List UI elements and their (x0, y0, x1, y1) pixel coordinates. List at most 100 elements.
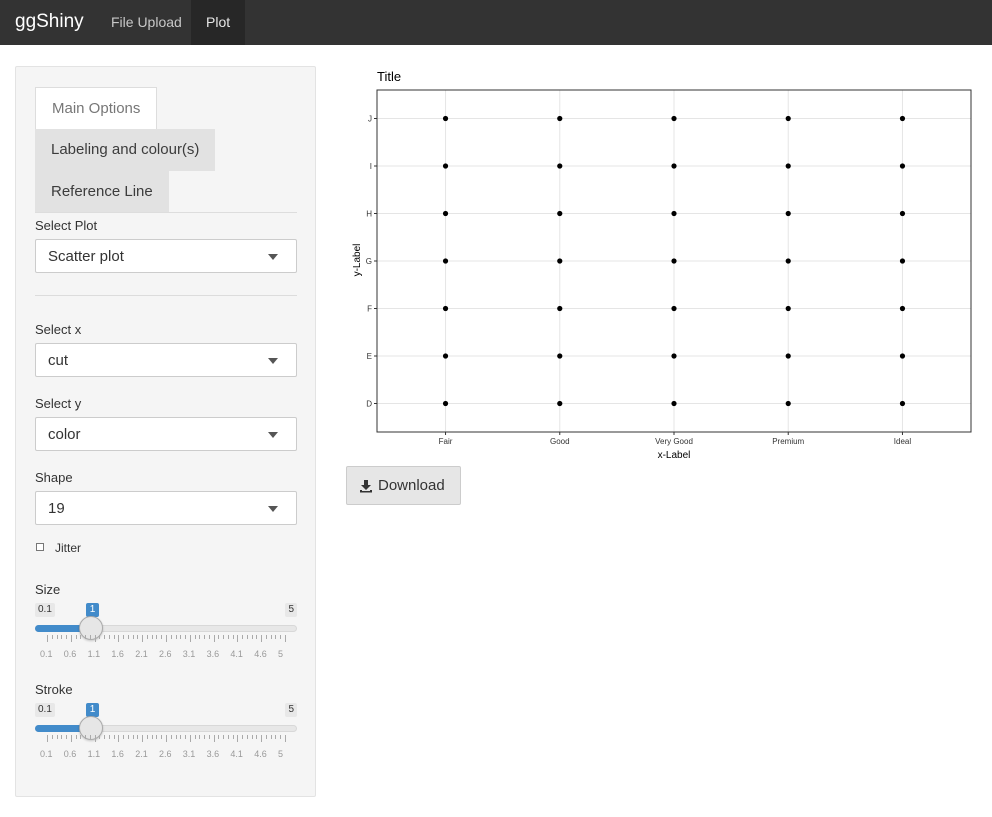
slider-tick-label: 4.1 (230, 749, 243, 759)
slider-tick (170, 735, 172, 739)
slider-tick (218, 735, 220, 739)
slider-tick (170, 635, 172, 639)
slider-tick-label: 0.6 (63, 749, 77, 759)
slider-tick (275, 635, 277, 639)
x-tick-label: Premium (772, 437, 804, 446)
slider-tick-label: 5 (278, 649, 284, 659)
stroke-slider[interactable]: 0.1 5 1 0.1 0.6 1.1 1.6 2.1 2.6 3.1 3.6 4.1 4.6 5 (35, 703, 297, 773)
slider-tick (242, 735, 244, 739)
jitter-checkbox[interactable] (36, 543, 44, 551)
scatter-plot: Title y-Label x-Label Fair Good Very Good P… (352, 69, 972, 461)
y-tick-label: G (366, 257, 372, 266)
data-point (785, 258, 791, 264)
slider-tick (261, 735, 263, 742)
nav-tab-plot[interactable]: Plot (191, 0, 246, 45)
slider-tick-label: 2.1 (135, 749, 148, 759)
slider-tick (142, 635, 144, 642)
select-x-dropdown[interactable]: cut (35, 343, 297, 377)
slider-tick-label: 2.1 (135, 649, 148, 659)
slider-tick (56, 735, 58, 739)
slider-tick (227, 635, 229, 639)
data-point (557, 258, 563, 264)
caret-down-icon (268, 506, 278, 512)
slider-tick (251, 635, 253, 639)
select-plot-dropdown[interactable]: Scatter plot (35, 239, 297, 273)
size-label: Size (35, 582, 61, 597)
data-point (557, 210, 563, 217)
slider-tick (227, 735, 229, 739)
nav-tab-file-upload[interactable]: File Upload (96, 0, 197, 45)
data-point (557, 400, 563, 407)
slider-tick (142, 735, 144, 742)
slider-tick (123, 735, 125, 739)
shape-dropdown[interactable]: 19 (35, 491, 297, 525)
slider-tick (280, 735, 282, 739)
slider-tick-label: 3.6 (206, 649, 220, 659)
y-tick-label: J (368, 115, 372, 124)
data-point (557, 115, 563, 122)
slider-max-label: 5 (285, 603, 297, 617)
slider-tick (166, 635, 167, 642)
slider-tick (161, 635, 163, 639)
slider-tick (246, 635, 248, 639)
slider-tick (75, 735, 77, 739)
slider-tick (108, 635, 110, 639)
slider-max-label: 5 (285, 703, 297, 717)
slider-tick (132, 635, 134, 639)
shape-label: Shape (35, 470, 73, 485)
jitter-label[interactable]: Jitter (55, 541, 81, 555)
slider-tick (189, 635, 191, 642)
sidebar-panel: Main Options Labeling and colour(s) Refe… (15, 66, 316, 797)
slider-tick (61, 635, 63, 639)
data-point (671, 353, 677, 359)
data-point (442, 258, 449, 264)
chart-title: Title (377, 69, 401, 84)
slider-tick (108, 735, 110, 739)
slider-tick-label: 2.6 (159, 649, 172, 659)
tab-labeling-and-colours[interactable]: Labeling and colour(s) (35, 129, 216, 171)
x-tick-label: Very Good (655, 437, 693, 446)
size-slider[interactable]: 0.1 5 1 0.1 0.6 1.1 1.6 2.1 2.6 3.1 3.6 4.1 4.6 5 (35, 603, 297, 673)
data-point (899, 353, 906, 359)
slider-tick (51, 735, 53, 739)
download-button[interactable]: Download (346, 466, 461, 505)
select-y-dropdown[interactable]: color (35, 417, 297, 451)
data-point (785, 305, 791, 312)
slider-tick-label: 0.1 (40, 649, 53, 659)
slider-tick (118, 735, 120, 742)
slider-tick (70, 635, 72, 642)
slider-tick (204, 635, 206, 639)
x-tick-label: Fair (439, 437, 453, 446)
tab-main-options[interactable]: Main Options (35, 87, 158, 129)
slider-tick (265, 735, 267, 739)
slider-tick (208, 635, 210, 639)
data-point (671, 210, 677, 217)
data-point (671, 305, 677, 312)
slider-tick-label: 0.6 (63, 649, 77, 659)
data-point (785, 210, 791, 217)
data-point (442, 163, 449, 169)
navbar: ggShiny File Upload Plot (0, 0, 992, 45)
select-plot-value: Scatter plot (48, 248, 124, 265)
data-point (557, 353, 563, 359)
app-brand[interactable]: ggShiny (15, 11, 84, 33)
slider-tick (47, 735, 48, 742)
slider-tick (56, 635, 58, 639)
y-tick-label: F (367, 305, 372, 314)
slider-tick (246, 735, 248, 739)
shape-value: 19 (48, 500, 65, 517)
slider-current-value: 1 (85, 703, 100, 717)
slider-tick-label: 1.6 (111, 749, 124, 759)
slider-tick (237, 635, 239, 642)
data-point (442, 400, 449, 407)
slider-tick (213, 735, 215, 742)
caret-down-icon (268, 254, 278, 260)
data-point (899, 210, 906, 217)
slider-tick (180, 635, 182, 639)
data-point (671, 163, 677, 169)
slider-tick (89, 635, 91, 639)
slider-tick (75, 635, 77, 639)
slider-tick (94, 635, 96, 642)
tab-reference-line[interactable]: Reference Line (35, 171, 169, 213)
slider-tick (47, 635, 48, 642)
